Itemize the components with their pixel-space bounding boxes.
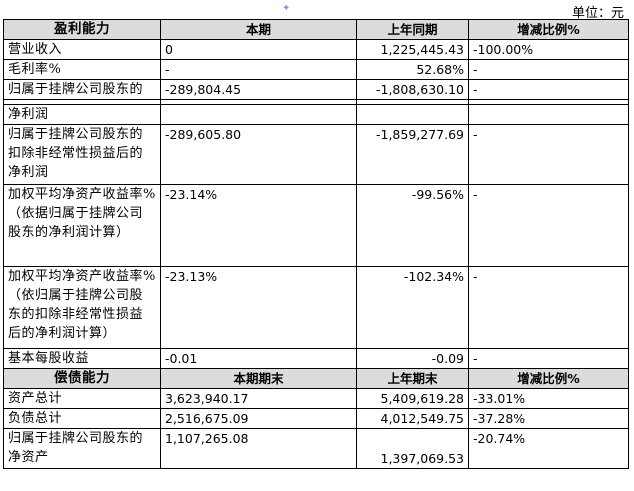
- table-row: 毛利率% - 52.68% -: [3, 59, 629, 80]
- cell-change: -: [468, 79, 629, 100]
- financial-table: 盈利能力 本期 上年同期 增减比例% 营业收入 0 1,225,445.43 -…: [3, 19, 629, 469]
- cell-change: -: [468, 59, 629, 80]
- cell-change: -100.00%: [468, 39, 629, 60]
- cell-current: 3,623,940.17: [160, 388, 357, 409]
- row-label: 归属于挂牌公司股东的扣除非经常性损益后的净利润: [3, 124, 161, 185]
- row-label: 负债总计: [3, 408, 161, 429]
- cell-change: -33.01%: [468, 388, 629, 409]
- cell-previous: -1,808,630.10: [356, 79, 469, 100]
- row-label: 加权平均净资产收益率%（依归属于挂牌公司股东的扣除非经常性损益后的净利润计算）: [3, 266, 161, 349]
- header-solvency: 偿债能力: [3, 368, 161, 389]
- cell-previous: -99.56%: [356, 184, 469, 267]
- table-row: 加权平均净资产收益率%（依归属于挂牌公司股东的扣除非经常性损益后的净利润计算） …: [3, 266, 629, 349]
- header-prior-period: 上年同期: [356, 19, 469, 40]
- cell-previous: -1,859,277.69: [356, 124, 469, 185]
- cell-change: -37.28%: [468, 408, 629, 429]
- row-label: 归属于挂牌公司股东的: [3, 79, 161, 100]
- cell-change: -: [468, 124, 629, 185]
- cell-change: -: [468, 266, 629, 349]
- cell-current: [160, 104, 357, 125]
- cell-current: -23.13%: [160, 266, 357, 349]
- row-label: 加权平均净资产收益率%（依据归属于挂牌公司股东的净利润计算）: [3, 184, 161, 267]
- cell-current: -23.14%: [160, 184, 357, 267]
- header-current-period: 本期: [160, 19, 357, 40]
- cell-previous: -0.09: [356, 348, 469, 369]
- solvency-header-row: 偿债能力 本期期末 上年期末 增减比例%: [3, 368, 629, 389]
- cell-previous: [356, 104, 469, 125]
- table-row: 净利润: [3, 104, 629, 125]
- row-label: 营业收入: [3, 39, 161, 60]
- cell-previous: -102.34%: [356, 266, 469, 349]
- row-label: 归属于挂牌公司股东的净资产: [3, 428, 161, 469]
- table-row: 基本每股收益 -0.01 -0.09 -: [3, 348, 629, 369]
- row-label: 基本每股收益: [3, 348, 161, 369]
- cell-previous: 4,012,549.75: [356, 408, 469, 429]
- table-row: 归属于挂牌公司股东的扣除非经常性损益后的净利润 -289,605.80 -1,8…: [3, 124, 629, 185]
- cell-current: 1,107,265.08: [160, 428, 357, 469]
- cell-previous: 1,397,069.53: [356, 428, 469, 469]
- header-period-end: 本期期末: [160, 368, 357, 389]
- cell-current: -0.01: [160, 348, 357, 369]
- row-label: 毛利率%: [3, 59, 161, 80]
- cell-change: -20.74%: [468, 428, 629, 469]
- header-change-pct: 增减比例%: [468, 19, 629, 40]
- cell-current: -: [160, 59, 357, 80]
- row-label: 净利润: [3, 104, 161, 125]
- cell-previous: 1,225,445.43: [356, 39, 469, 60]
- decor-star-icon: ✦: [282, 3, 291, 14]
- cell-current: 0: [160, 39, 357, 60]
- cell-change: -: [468, 348, 629, 369]
- table-row: 负债总计 2,516,675.09 4,012,549.75 -37.28%: [3, 408, 629, 429]
- header-change-pct: 增减比例%: [468, 368, 629, 389]
- table-row: 资产总计 3,623,940.17 5,409,619.28 -33.01%: [3, 388, 629, 409]
- table-row: 营业收入 0 1,225,445.43 -100.00%: [3, 39, 629, 60]
- profit-header-row: 盈利能力 本期 上年同期 增减比例%: [3, 19, 629, 40]
- cell-change: [468, 104, 629, 125]
- table-row: 加权平均净资产收益率%（依据归属于挂牌公司股东的净利润计算） -23.14% -…: [3, 184, 629, 267]
- cell-change: -: [468, 184, 629, 267]
- table-row: 归属于挂牌公司股东的净资产 1,107,265.08 1,397,069.53 …: [3, 428, 629, 469]
- cell-previous: 5,409,619.28: [356, 388, 469, 409]
- row-label: 资产总计: [3, 388, 161, 409]
- header-profitability: 盈利能力: [3, 19, 161, 40]
- cell-previous: 52.68%: [356, 59, 469, 80]
- table-row: 归属于挂牌公司股东的 -289,804.45 -1,808,630.10 -: [3, 79, 629, 100]
- cell-current: -289,605.80: [160, 124, 357, 185]
- header-prior-period-end: 上年期末: [356, 368, 469, 389]
- cell-current: -289,804.45: [160, 79, 357, 100]
- cell-current: 2,516,675.09: [160, 408, 357, 429]
